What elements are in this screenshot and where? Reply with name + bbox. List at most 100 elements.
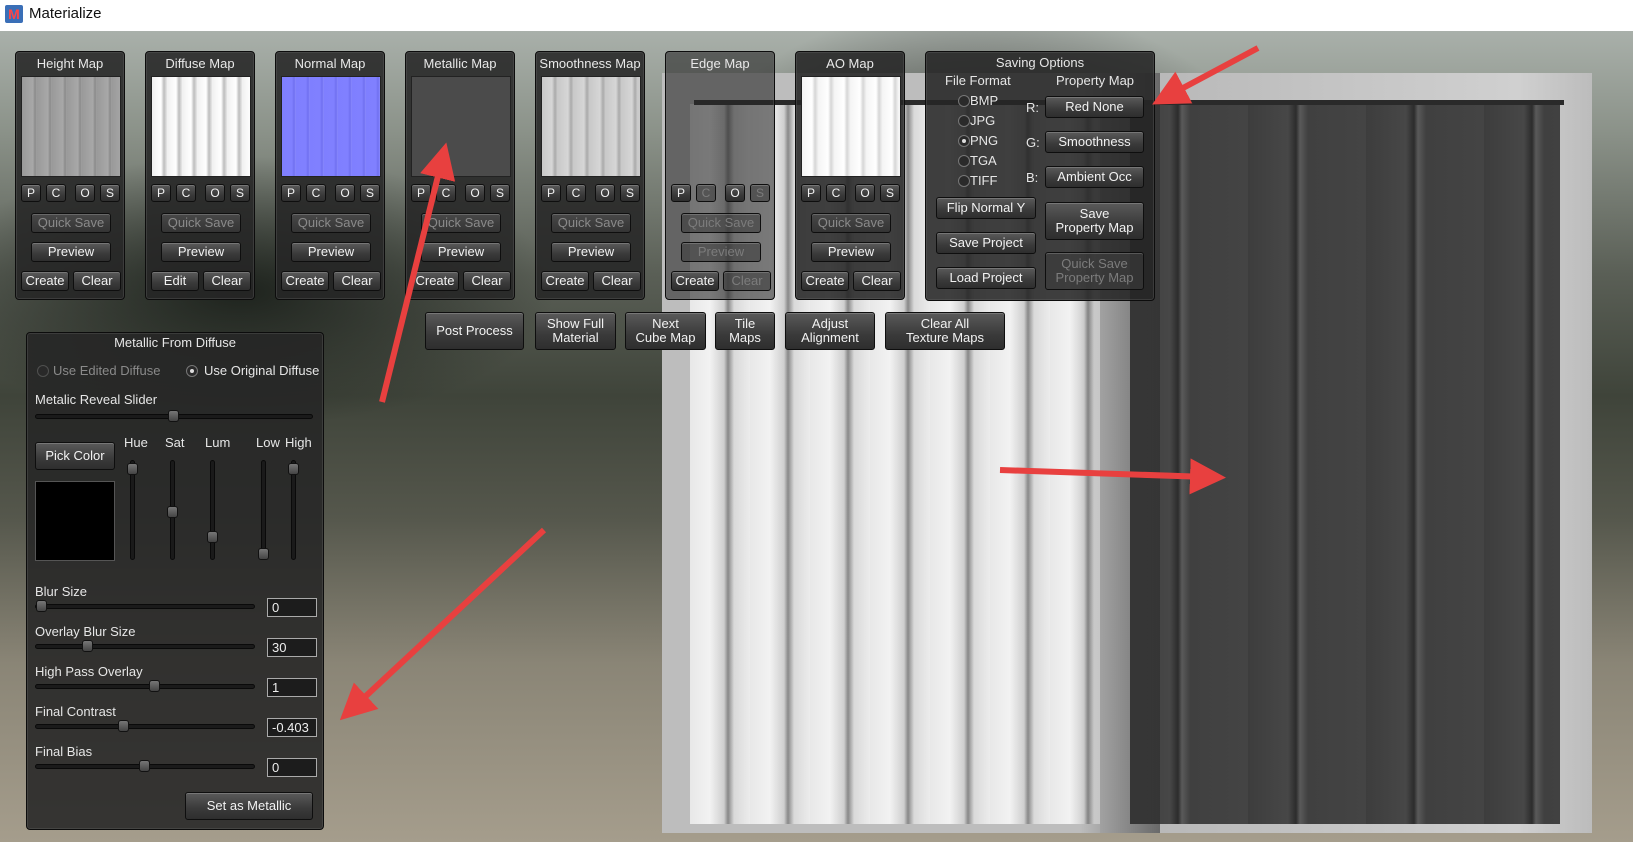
final-bias-handle[interactable] xyxy=(139,760,150,772)
tiff-radio[interactable] xyxy=(958,175,970,187)
set-as-metallic-button[interactable]: Set as Metallic xyxy=(185,792,313,820)
save-property-map-button[interactable]: Save Property Map xyxy=(1045,202,1144,240)
tga-radio[interactable] xyxy=(958,155,970,167)
high-pass-overlay-handle[interactable] xyxy=(149,680,160,692)
preview-button[interactable]: Preview xyxy=(551,242,631,262)
c-button[interactable]: C xyxy=(566,184,586,202)
preview-button[interactable]: Preview xyxy=(681,242,761,262)
use-original-diffuse-radio[interactable] xyxy=(186,365,198,377)
quick-save-button[interactable]: Quick Save xyxy=(681,213,761,233)
clear-button[interactable]: Clear xyxy=(203,271,251,291)
diffuse-map-thumbnail[interactable] xyxy=(151,76,251,177)
next-cube-map-button[interactable]: Next Cube Map xyxy=(625,312,706,350)
smoothness-map-thumbnail[interactable] xyxy=(541,76,641,177)
s-button[interactable]: S xyxy=(100,184,120,202)
s-button[interactable]: S xyxy=(490,184,510,202)
p-button[interactable]: P xyxy=(21,184,41,202)
clear-button[interactable]: Clear xyxy=(463,271,511,291)
p-button[interactable]: P xyxy=(151,184,171,202)
quick-save-button[interactable]: Quick Save xyxy=(31,213,111,233)
jpg-radio[interactable] xyxy=(958,115,970,127)
preview-button[interactable]: Preview xyxy=(421,242,501,262)
adjust-alignment-button[interactable]: Adjust Alignment xyxy=(785,312,875,350)
o-button[interactable]: O xyxy=(725,184,745,202)
c-button[interactable]: C xyxy=(436,184,456,202)
create-button[interactable]: Create xyxy=(541,271,589,291)
preview-button[interactable]: Preview xyxy=(161,242,241,262)
p-button[interactable]: P xyxy=(671,184,691,202)
blur-size-handle[interactable] xyxy=(36,600,47,612)
s-button[interactable]: S xyxy=(360,184,380,202)
c-button[interactable]: C xyxy=(176,184,196,202)
reveal-slider-handle[interactable] xyxy=(168,410,179,422)
final-contrast-input[interactable] xyxy=(267,718,317,737)
high-pass-overlay-track[interactable] xyxy=(35,684,255,689)
blue-channel-button[interactable]: Ambient Occ xyxy=(1045,166,1144,188)
quick-save-property-map-button[interactable]: Quick Save Property Map xyxy=(1045,252,1144,290)
s-button[interactable]: S xyxy=(880,184,900,202)
lum-slider-track[interactable] xyxy=(210,460,215,560)
overlay-blur-size-input[interactable] xyxy=(267,638,317,657)
clear-button[interactable]: Clear xyxy=(333,271,381,291)
create-button[interactable]: Create xyxy=(21,271,69,291)
overlay-blur-size-handle[interactable] xyxy=(82,640,93,652)
red-channel-button[interactable]: Red None xyxy=(1045,96,1144,118)
s-button[interactable]: S xyxy=(750,184,770,202)
quick-save-button[interactable]: Quick Save xyxy=(811,213,891,233)
create-button[interactable]: Create xyxy=(671,271,719,291)
blur-size-input[interactable] xyxy=(267,598,317,617)
p-button[interactable]: P xyxy=(801,184,821,202)
preview-button[interactable]: Preview xyxy=(31,242,111,262)
lum-slider-handle[interactable] xyxy=(207,531,218,543)
pick-color-button[interactable]: Pick Color xyxy=(35,442,115,470)
clear-button[interactable]: Clear xyxy=(73,271,121,291)
high-pass-overlay-input[interactable] xyxy=(267,678,317,697)
p-button[interactable]: P xyxy=(281,184,301,202)
low-slider-track[interactable] xyxy=(261,460,266,560)
clear-button[interactable]: Clear xyxy=(853,271,901,291)
high-slider-handle[interactable] xyxy=(288,463,299,475)
ao-map-thumbnail[interactable] xyxy=(801,76,901,177)
clear-button[interactable]: Clear xyxy=(723,271,771,291)
sat-slider-handle[interactable] xyxy=(167,506,178,518)
use-edited-diffuse-radio[interactable] xyxy=(37,365,49,377)
create-button[interactable]: Create xyxy=(801,271,849,291)
blur-size-track[interactable] xyxy=(35,604,255,609)
clear-all-texture-maps-button[interactable]: Clear All Texture Maps xyxy=(885,312,1005,350)
s-button[interactable]: S xyxy=(620,184,640,202)
c-button[interactable]: C xyxy=(696,184,716,202)
clear-button[interactable]: Clear xyxy=(593,271,641,291)
hue-slider-handle[interactable] xyxy=(127,463,138,475)
quick-save-button[interactable]: Quick Save xyxy=(551,213,631,233)
preview-button[interactable]: Preview xyxy=(811,242,891,262)
load-project-button[interactable]: Load Project xyxy=(936,267,1036,289)
overlay-blur-size-track[interactable] xyxy=(35,644,255,649)
final-contrast-track[interactable] xyxy=(35,724,255,729)
o-button[interactable]: O xyxy=(855,184,875,202)
create-button[interactable]: Create xyxy=(411,271,459,291)
normal-map-thumbnail[interactable] xyxy=(281,76,381,177)
hue-slider-track[interactable] xyxy=(130,460,135,560)
edit-button[interactable]: Edit xyxy=(151,271,199,291)
c-button[interactable]: C xyxy=(46,184,66,202)
create-button[interactable]: Create xyxy=(281,271,329,291)
o-button[interactable]: O xyxy=(465,184,485,202)
save-project-button[interactable]: Save Project xyxy=(936,232,1036,254)
metallic-map-thumbnail[interactable] xyxy=(411,76,511,177)
tile-maps-button[interactable]: Tile Maps xyxy=(715,312,775,350)
bmp-radio[interactable] xyxy=(958,95,970,107)
c-button[interactable]: C xyxy=(826,184,846,202)
post-process-button[interactable]: Post Process xyxy=(425,312,524,350)
flip-normal-button[interactable]: Flip Normal Y xyxy=(936,197,1036,219)
o-button[interactable]: O xyxy=(205,184,225,202)
p-button[interactable]: P xyxy=(411,184,431,202)
green-channel-button[interactable]: Smoothness xyxy=(1045,131,1144,153)
p-button[interactable]: P xyxy=(541,184,561,202)
quick-save-button[interactable]: Quick Save xyxy=(161,213,241,233)
png-radio[interactable] xyxy=(958,135,970,147)
preview-button[interactable]: Preview xyxy=(291,242,371,262)
quick-save-button[interactable]: Quick Save xyxy=(421,213,501,233)
high-slider-track[interactable] xyxy=(291,460,296,560)
final-contrast-handle[interactable] xyxy=(118,720,129,732)
c-button[interactable]: C xyxy=(306,184,326,202)
